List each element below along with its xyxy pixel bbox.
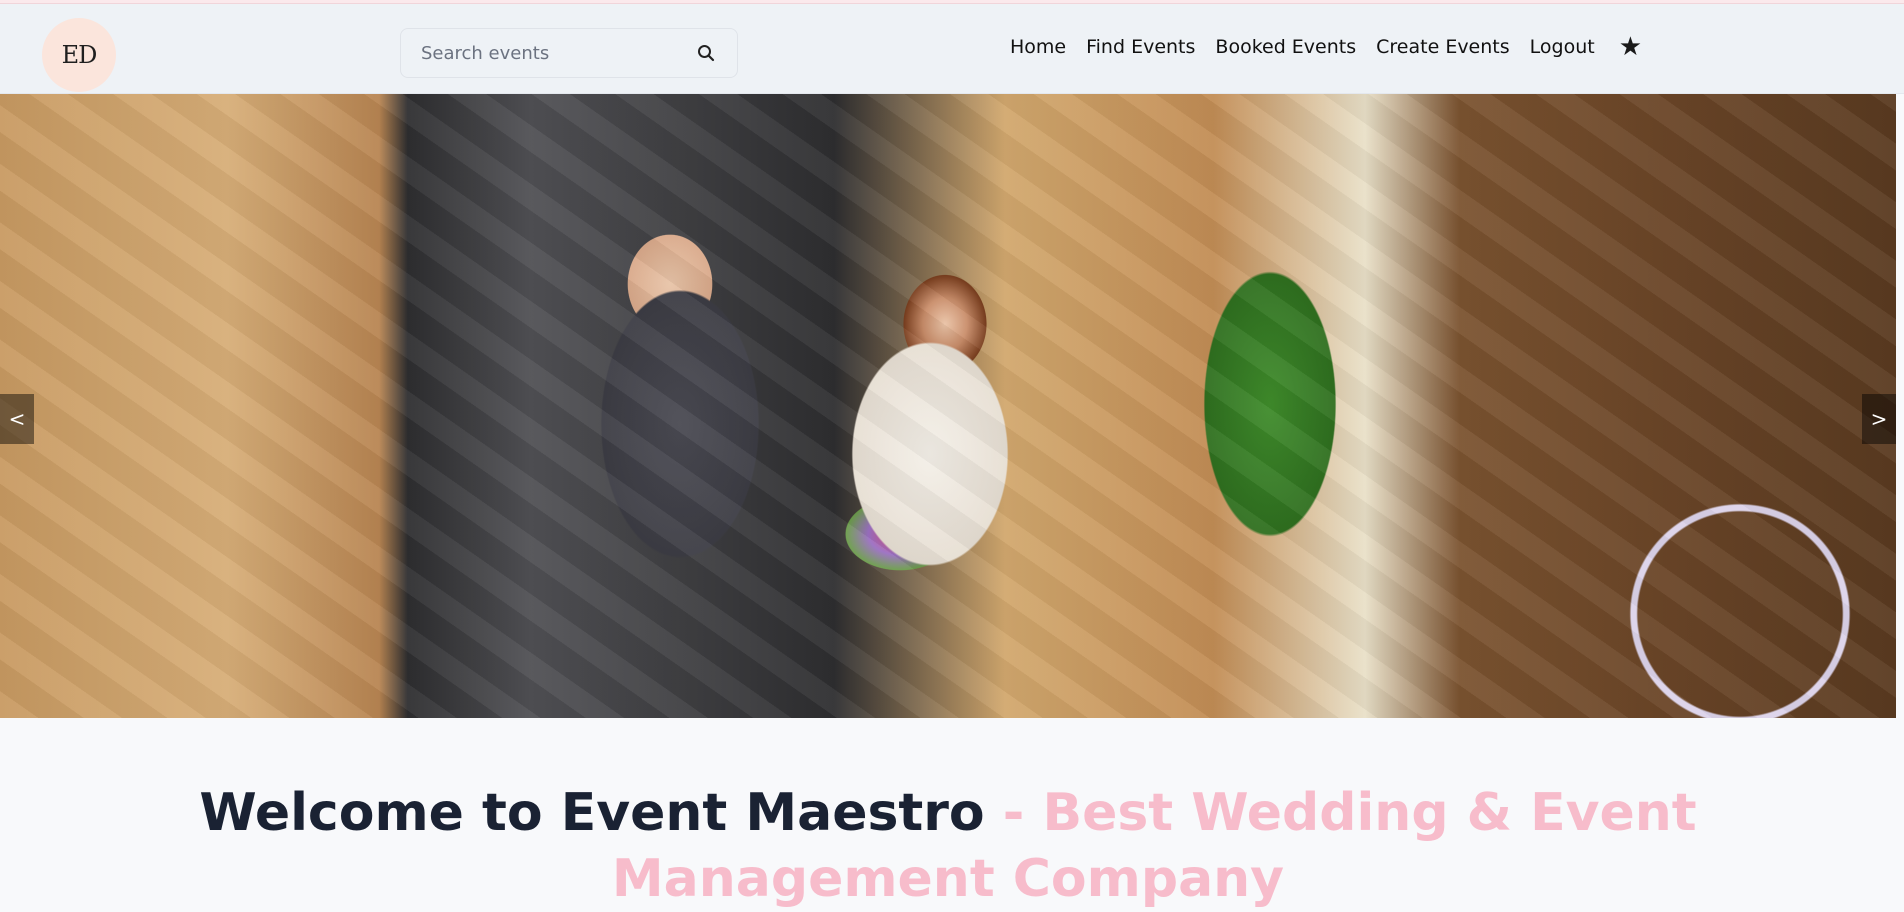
main-nav: Home Find Events Booked Events Create Ev… — [1010, 34, 1642, 60]
star-icon[interactable]: ★ — [1619, 34, 1642, 60]
site-logo[interactable]: ED — [42, 18, 116, 92]
search-input[interactable] — [421, 42, 695, 64]
nav-logout[interactable]: Logout — [1530, 36, 1595, 58]
search-icon[interactable] — [695, 42, 717, 64]
carousel-next-button[interactable]: > — [1862, 394, 1896, 444]
nav-home[interactable]: Home — [1010, 36, 1066, 58]
nav-booked-events[interactable]: Booked Events — [1215, 36, 1356, 58]
logo-text: ED — [61, 41, 98, 69]
nav-create-events[interactable]: Create Events — [1376, 36, 1510, 58]
hero-image — [0, 94, 1896, 718]
nav-find-events[interactable]: Find Events — [1086, 36, 1195, 58]
welcome-heading: Welcome to Event Maestro - Best Wedding … — [0, 780, 1896, 912]
search-bar — [400, 28, 738, 78]
hero-carousel: < > — [0, 94, 1896, 718]
carousel-prev-button[interactable]: < — [0, 394, 34, 444]
site-header: ED Home Find Events Booked Events Create… — [0, 4, 1904, 94]
welcome-main-text: Welcome to Event Maestro — [199, 783, 1003, 843]
